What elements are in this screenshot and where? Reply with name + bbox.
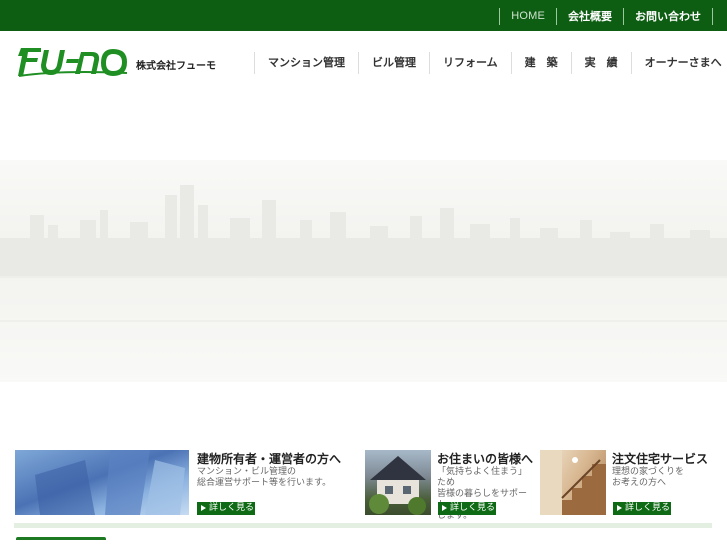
custom-home-card-desc: 理想の家づくりを お考えの方へ bbox=[612, 467, 684, 489]
staircase-icon bbox=[540, 450, 606, 515]
interior-photo bbox=[540, 450, 606, 515]
nav-reform[interactable]: リフォーム bbox=[429, 52, 511, 74]
custom-home-card-desc-line: お考えの方へ bbox=[612, 478, 667, 488]
city-skyline-icon bbox=[0, 185, 727, 322]
home-link[interactable]: HOME bbox=[499, 8, 556, 25]
company-name: 株式会社フューモ bbox=[136, 61, 216, 72]
house-icon bbox=[369, 456, 426, 515]
main-nav: マンション管理 ビル管理 リフォーム 建 築 実 績 オーナーさまへ bbox=[254, 52, 727, 74]
custom-home-card-more-button[interactable]: 詳しく見る bbox=[613, 502, 671, 515]
section-divider bbox=[14, 523, 712, 528]
nav-construction[interactable]: 建 築 bbox=[510, 52, 571, 74]
nav-building-management[interactable]: ビル管理 bbox=[358, 52, 429, 74]
resident-card-title: お住まいの皆様へ bbox=[437, 452, 534, 466]
section-heading-partial bbox=[16, 537, 106, 545]
owner-card-desc: マンション・ビル管理の 総合運営サポート等を行います。 bbox=[197, 467, 331, 489]
logo[interactable] bbox=[17, 45, 129, 79]
owner-card-title: 建物所有者・運営者の方へ bbox=[197, 452, 342, 466]
owner-card-desc-line: 総合運営サポート等を行います。 bbox=[197, 478, 332, 488]
hero-banner bbox=[0, 160, 727, 382]
contact-link[interactable]: お問い合わせ bbox=[623, 8, 713, 25]
logo-mark-icon bbox=[18, 48, 128, 77]
nav-mansion-management[interactable]: マンション管理 bbox=[254, 52, 358, 74]
heading-fragment-icon bbox=[16, 537, 106, 545]
nav-for-owners[interactable]: オーナーさまへ bbox=[630, 52, 727, 74]
building-photo bbox=[15, 450, 189, 515]
house-photo bbox=[365, 450, 431, 515]
nav-works[interactable]: 実 績 bbox=[570, 52, 631, 74]
custom-home-card-desc-line: 理想の家づくりを bbox=[612, 467, 685, 477]
top-bar: HOME 会社概要 お問い合わせ bbox=[0, 0, 727, 31]
top-links: HOME 会社概要 お問い合わせ bbox=[499, 8, 713, 25]
custom-home-card-title: 注文住宅サービス bbox=[612, 452, 709, 466]
owner-card-desc-line: マンション・ビル管理の bbox=[197, 467, 297, 477]
skyscraper-icon bbox=[35, 450, 185, 515]
company-overview-link[interactable]: 会社概要 bbox=[556, 8, 623, 25]
resident-card-more-button[interactable]: 詳しく見る bbox=[438, 502, 496, 515]
resident-card-desc-line: 「気持ちよく住まう」ため bbox=[437, 467, 528, 488]
owner-card-more-button[interactable]: 詳しく見る bbox=[197, 502, 255, 515]
